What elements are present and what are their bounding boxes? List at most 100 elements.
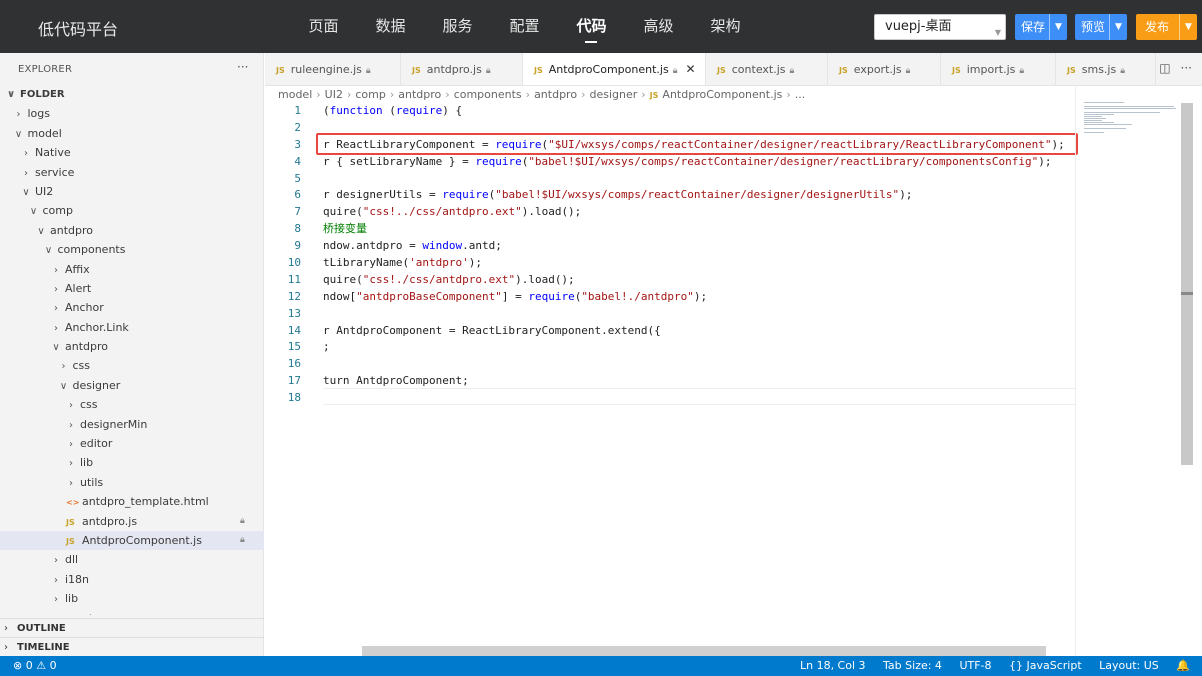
tree-item-label: comp (42, 204, 73, 218)
nav-data[interactable]: 数据 (357, 0, 424, 53)
ide-app: 低代码平台 页面 数据 服务 配置 代码 高级 架构 vuepj-桌面 ▼ 保存… (0, 0, 1202, 676)
tab-size[interactable]: Tab Size: 4 (883, 659, 942, 672)
problems-indicator[interactable]: ⊗ 0 ⚠ 0 (13, 656, 57, 676)
tree-item[interactable]: › utils (0, 473, 264, 492)
preview-button[interactable]: 预览 ▼ (1075, 14, 1127, 40)
tree-item[interactable]: › service (0, 163, 264, 182)
encoding[interactable]: UTF-8 (959, 659, 991, 672)
tree-item[interactable]: ∨ components (0, 240, 264, 259)
tree-item[interactable]: › editor (0, 434, 264, 453)
tree-item[interactable]: › lib (0, 453, 264, 472)
tree-item-label: antdpro_template.html (82, 495, 209, 509)
tab-antdpro-js[interactable]: JS antdpro.js 🔒︎ (401, 53, 523, 85)
tree-item[interactable]: › lib (0, 589, 264, 608)
close-icon[interactable]: ✕ (685, 62, 695, 76)
tree-item-label: lib (80, 456, 94, 470)
line-number: 13 (287, 306, 301, 320)
bell-icon[interactable]: 🔔 (1176, 659, 1190, 672)
publish-button[interactable]: 发布 ▼ (1136, 14, 1197, 40)
chevron-right-icon: › (16, 109, 21, 121)
keyboard-layout[interactable]: Layout: US (1099, 659, 1159, 672)
publish-dropdown-icon[interactable]: ▼ (1179, 14, 1197, 40)
tree-item[interactable]: › logs (0, 104, 264, 123)
save-dropdown-icon[interactable]: ▼ (1049, 14, 1067, 40)
line-number: 7 (294, 205, 301, 219)
breadcrumb-item[interactable]: model (278, 88, 312, 101)
breadcrumb-item[interactable]: AntdproComponent.js (662, 88, 782, 101)
tree-item[interactable]: JS AntdproComponent.js 🔒︎ (0, 530, 264, 551)
minimap[interactable] (1075, 86, 1181, 656)
save-button[interactable]: 保存 ▼ (1015, 14, 1067, 40)
tab-antdprocomponent-js[interactable]: JS AntdproComponent.js 🔒︎ ✕ (523, 53, 706, 85)
nav-architecture[interactable]: 架构 (692, 0, 759, 53)
tree-item[interactable]: › react (0, 609, 264, 615)
breadcrumb-item[interactable]: comp (355, 88, 385, 101)
code-line: 5 (265, 171, 1075, 188)
tree-item[interactable]: ∨ antdpro (0, 337, 264, 356)
tree-item[interactable]: › Native (0, 143, 264, 162)
js-file-icon: JS (276, 66, 285, 75)
more-icon[interactable]: ··· (1181, 61, 1192, 75)
tab-label: ruleengine.js (290, 63, 362, 76)
lock-icon: 🔒︎ (1019, 66, 1025, 76)
tree-item[interactable]: › i18n (0, 570, 264, 589)
breadcrumb-item[interactable]: antdpro (534, 88, 577, 101)
lock-icon: 🔒︎ (240, 534, 245, 545)
chevron-right-icon: › (786, 88, 791, 101)
tab-export-js[interactable]: JS export.js 🔒︎ (828, 53, 941, 85)
js-file-icon: JS (839, 66, 848, 75)
more-actions-icon[interactable]: ··· (237, 60, 248, 74)
tab-context-js[interactable]: JS context.js 🔒︎ (706, 53, 828, 85)
outline-section[interactable]: › OUTLINE (0, 618, 264, 637)
tab-label: import.js (966, 63, 1016, 76)
tree-item[interactable]: ∨ antdpro (0, 221, 264, 240)
tree-item[interactable]: › Anchor.Link (0, 318, 264, 337)
nav-config[interactable]: 配置 (491, 0, 558, 53)
breadcrumb-item[interactable]: antdpro (398, 88, 441, 101)
chevron-down-icon: ∨ (29, 206, 38, 218)
tree-item[interactable]: › designerMin (0, 415, 264, 434)
tree-item[interactable]: › css (0, 395, 264, 414)
chevron-down-icon: ∨ (59, 380, 68, 392)
chevron-right-icon: › (69, 419, 73, 431)
timeline-section[interactable]: › TIMELINE (0, 637, 264, 656)
breadcrumb-item[interactable]: designer (589, 88, 637, 101)
tab-sms-js[interactable]: JS sms.js 🔒︎ (1056, 53, 1156, 85)
tree-item[interactable]: › Affix (0, 260, 264, 279)
tree-item[interactable]: ∨ comp (0, 201, 264, 220)
horizontal-scrollbar[interactable] (362, 646, 1046, 656)
language-mode[interactable]: {} JavaScript (1009, 659, 1082, 672)
code-line: 6 r designerUtils = require("babel!$UI/wx… (265, 187, 1075, 204)
tree-item-label: Alert (65, 281, 92, 295)
breadcrumb-item[interactable]: ... (795, 88, 806, 101)
tree-item[interactable]: ∨ FOLDER (0, 85, 264, 104)
nav-service[interactable]: 服务 (424, 0, 491, 53)
line-number: 17 (287, 374, 301, 388)
tree-item[interactable]: <> antdpro_template.html (0, 492, 264, 511)
tree-item[interactable]: JS antdpro.js 🔒︎ (0, 512, 264, 531)
nav-page[interactable]: 页面 (290, 0, 357, 53)
tree-item[interactable]: › dll (0, 550, 264, 569)
nav-advanced[interactable]: 高级 (625, 0, 692, 53)
tab-ruleengine-js[interactable]: JS ruleengine.js 🔒︎ (265, 53, 401, 85)
preview-dropdown-icon[interactable]: ▼ (1109, 14, 1127, 40)
lock-icon: 🔒︎ (672, 66, 678, 76)
breadcrumb-item[interactable]: components (454, 88, 522, 101)
tree-item[interactable]: ∨ model (0, 124, 264, 143)
chevron-right-icon: › (581, 88, 586, 101)
tree-item[interactable]: ∨ designer (0, 376, 264, 395)
tree-item[interactable]: ∨ UI2 (0, 182, 264, 201)
tab-import-js[interactable]: JS import.js 🔒︎ (941, 53, 1056, 85)
tree-item[interactable]: › Alert (0, 279, 264, 298)
split-editor-icon[interactable]: ◫ (1159, 61, 1170, 75)
vertical-scrollbar[interactable] (1181, 103, 1193, 465)
cursor-position[interactable]: Ln 18, Col 3 (800, 659, 866, 672)
project-select[interactable]: vuepj-桌面 ▼ (874, 14, 1006, 40)
tree-item[interactable]: › Anchor (0, 298, 264, 317)
tree-item[interactable]: › css (0, 356, 264, 375)
line-number: 3 (294, 137, 301, 151)
chevron-down-icon: ∨ (44, 245, 53, 257)
breadcrumb-item[interactable]: UI2 (325, 88, 343, 101)
nav-code[interactable]: 代码 (558, 0, 625, 53)
code-line: 15; (265, 339, 1075, 356)
